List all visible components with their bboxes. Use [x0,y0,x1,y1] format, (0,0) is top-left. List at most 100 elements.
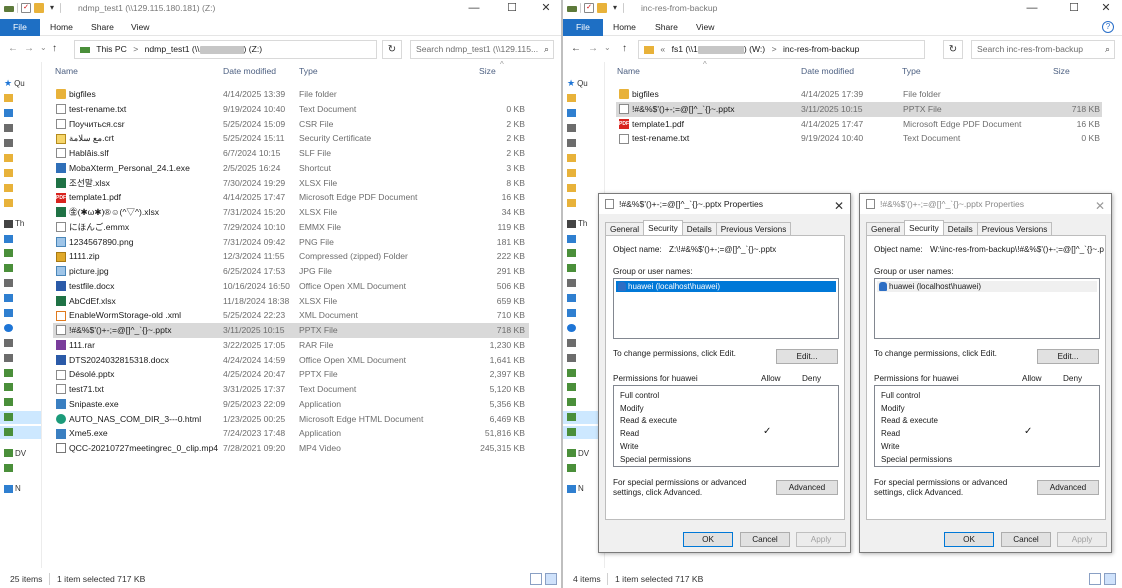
breadcrumb-drive[interactable]: ndmp_test1 (\\) (Z:) [145,44,263,54]
cancel-button[interactable]: Cancel [1001,532,1051,547]
nav-item[interactable] [0,181,41,194]
nav-item[interactable] [563,151,604,164]
file-row[interactable]: 조선말.xlsx 7/30/2024 19:29 XLSX File 8 KB [53,176,529,191]
file-row[interactable]: Snipaste.exe 9/25/2023 22:09 Application 5,… [53,397,529,412]
column-header-name[interactable]: Name [55,66,78,82]
tab-home[interactable]: Home [606,19,643,36]
nav-item[interactable] [563,92,604,105]
column-header-date-modified[interactable]: Date modified [801,66,854,82]
tab-view[interactable]: View [689,19,721,36]
tab-previous-versions[interactable]: Previous Versions [715,222,792,235]
cancel-button[interactable]: Cancel [740,532,790,547]
ok-button[interactable]: OK [683,532,733,547]
dialog-close-button[interactable]: ✕ [1095,196,1105,214]
address-bar[interactable]: « fs1 (\\1) (W:) > inc-res-from-backup [638,40,925,59]
nav-item[interactable]: DV [0,447,41,460]
file-row[interactable]: QCC-20210727meetingrec_0_clip.mp4 7/28/20… [53,441,529,456]
file-row[interactable]: Hablâis.slf 6/7/2024 10:15 SLF File 2 KB [53,146,529,161]
forward-button[interactable]: → [24,43,34,54]
apply-button[interactable]: Apply [1057,532,1107,547]
dialog-close-button[interactable]: ✕ [834,196,844,214]
tab-file[interactable]: File [0,19,40,36]
column-header-name[interactable]: Name [617,66,640,82]
tab-details[interactable]: Details [942,222,978,235]
nav-item[interactable] [0,92,41,105]
file-row[interactable]: 111.rar 3/22/2025 17:05 RAR File 1,230 KB [53,338,529,353]
file-row[interactable]: EnableWormStorage-old .xml 5/25/2024 22:2… [53,308,529,323]
file-row[interactable]: AUTO_NAS_COM_DIR_3---0.html 1/23/2025 00:… [53,412,529,427]
close-button[interactable]: ✕ [1092,2,1120,15]
breadcrumb-this-pc[interactable]: This PC [96,44,127,54]
dialog-title-bar[interactable]: !#&%$'()+-;=@[]^_`{}~.pptx Properties ✕ [860,194,1111,214]
large-icons-view-button[interactable] [1104,573,1116,585]
recent-locations-button[interactable]: ⌄ [604,43,611,52]
tab-security[interactable]: Security [904,220,944,235]
search-input[interactable]: Search inc-res-from-backup ⌕ [971,40,1115,59]
permissions-list[interactable]: Full control Modify Read & execute Read ✓ Wri… [874,385,1100,467]
close-button[interactable]: ✕ [532,2,560,15]
nav-item[interactable] [0,336,41,349]
nav-item[interactable] [0,306,41,319]
nav-item[interactable] [0,277,41,290]
file-row[interactable]: にほんご.emmx 7/29/2024 10:10 EMMX File 119 KB [53,220,529,235]
tab-general[interactable]: General [605,222,645,235]
file-row[interactable]: DTS2024032815318.docx 4/24/2024 14:59 Offi… [53,353,529,368]
minimize-button[interactable]: — [1018,2,1046,15]
nav-item[interactable] [563,122,604,135]
nav-item[interactable] [0,425,41,439]
recent-locations-button[interactable]: ⌄ [40,43,47,52]
nav-item[interactable] [0,351,41,364]
minimize-button[interactable]: — [460,2,488,15]
user-list[interactable]: huawei (localhost\huawei) [613,278,839,339]
ok-button[interactable]: OK [944,532,994,547]
permissions-list[interactable]: Full control Modify Read & execute Read ✓ Wri… [613,385,839,467]
nav-item[interactable]: N [0,482,41,495]
file-row[interactable]: !#&%$'()+-;=@[]^_`{}~.pptx 3/11/2025 10:1… [616,101,1102,117]
column-header-type[interactable]: Type [299,66,318,82]
apply-button[interactable]: Apply [796,532,846,547]
properties-icon[interactable]: ✓ [584,3,594,13]
nav-item[interactable] [0,396,41,409]
nav-item[interactable] [0,461,41,474]
title-bar[interactable]: ✓ ▾ inc-res-from-backup — ☐ ✕ [563,0,1122,18]
details-view-button[interactable] [530,573,542,585]
user-item-huawei[interactable]: huawei (localhost\huawei) [616,281,836,292]
properties-icon[interactable]: ✓ [21,3,31,13]
file-row[interactable]: مع سلامة.crt 5/25/2024 15:11 Security Cert… [53,131,529,146]
maximize-button[interactable]: ☐ [498,2,526,15]
tab-security[interactable]: Security [643,220,683,235]
column-header-type[interactable]: Type [902,66,921,82]
navigation-pane[interactable]: ★ Qu Th DV N [0,62,42,568]
file-row[interactable]: MobaXterm_Personal_24.1.exe 2/5/2025 16:2… [53,161,529,176]
file-row[interactable]: !#&%$'()+-;=@[]^_`{}~.pptx 3/11/2025 10:1… [53,323,529,338]
refresh-button[interactable]: ↻ [943,40,963,59]
advanced-button[interactable]: Advanced [776,480,838,495]
nav-item[interactable]: ★ Qu [0,77,41,90]
file-row[interactable]: Поучиться.csr 5/25/2024 15:09 CSR File 2 KB [53,117,529,132]
tab-view[interactable]: View [124,19,156,36]
nav-item[interactable] [563,107,604,120]
nav-item[interactable] [0,262,41,275]
nav-item[interactable]: Th [0,217,41,230]
file-row[interactable]: Xme5.exe 7/24/2023 17:48 Application 51,816… [53,426,529,441]
nav-item[interactable] [0,166,41,179]
nav-item[interactable] [0,321,41,334]
nav-item[interactable] [0,137,41,150]
help-icon[interactable]: ? [1102,21,1114,33]
tab-file[interactable]: File [563,19,603,36]
breadcrumb-overflow[interactable]: « [660,44,665,54]
back-button[interactable]: ← [8,43,18,54]
nav-item[interactable] [563,166,604,179]
file-row[interactable]: ㊎(✱ω✱)®☺(^▽^).xlsx 7/31/2024 15:20 XLSX Fi… [53,205,529,220]
dialog-title-bar[interactable]: !#&%$'()+-;=@[]^_`{}~.pptx Properties ✕ [599,194,850,214]
customize-toolbar-icon[interactable]: ▾ [47,3,57,13]
tab-details[interactable]: Details [681,222,717,235]
column-header-size[interactable]: Size [1053,66,1070,82]
nav-item[interactable] [0,107,41,120]
up-button[interactable]: ↑ [622,43,627,54]
nav-item[interactable] [0,381,41,394]
file-row[interactable]: test-rename.txt 9/19/2024 10:40 Text Docum… [53,102,529,117]
file-row[interactable]: testfile.docx 10/16/2024 16:50 Office Open… [53,279,529,294]
tab-previous-versions[interactable]: Previous Versions [976,222,1053,235]
file-row[interactable]: picture.jpg 6/25/2024 17:53 JPG File 291 KB [53,264,529,279]
